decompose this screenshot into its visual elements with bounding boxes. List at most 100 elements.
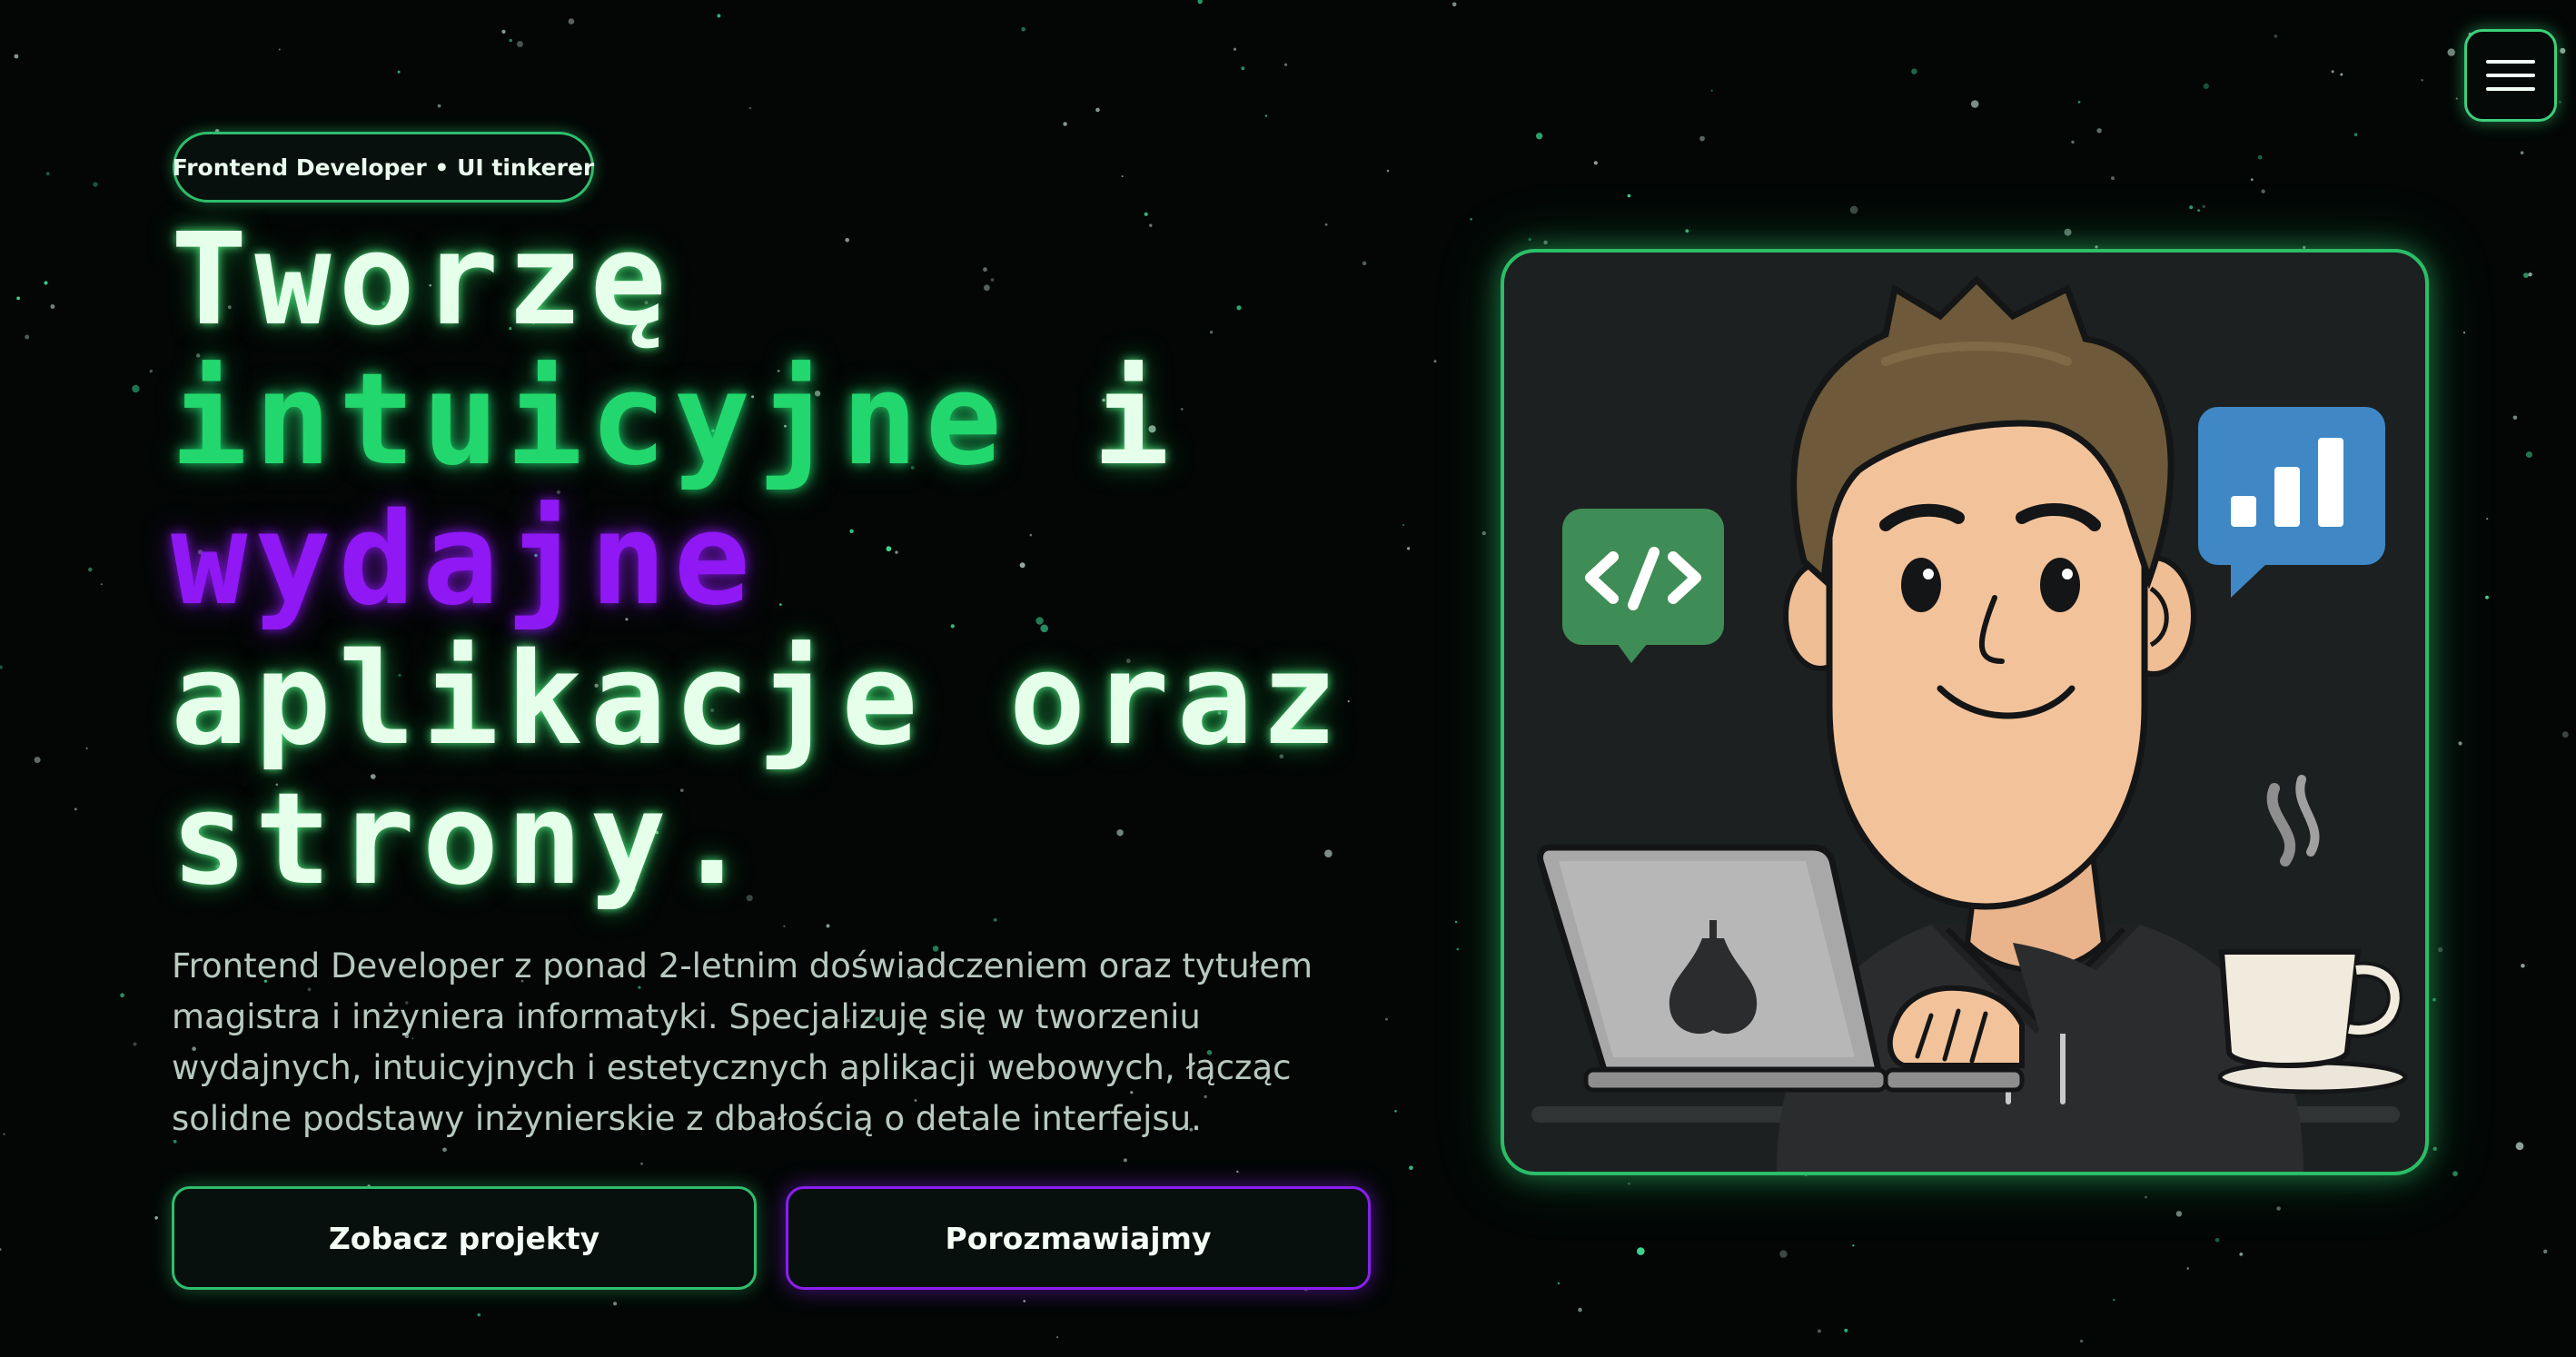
- star: [16, 296, 20, 301]
- star: [50, 304, 55, 309]
- star: [717, 14, 721, 18]
- star: [783, 925, 786, 927]
- star: [2515, 1142, 2524, 1151]
- contact-button[interactable]: Porozmawiajmy: [786, 1186, 1371, 1290]
- star: [2197, 209, 2201, 213]
- star: [1593, 161, 1598, 165]
- star: [397, 70, 401, 74]
- star: [2175, 1211, 2183, 1217]
- star: [2437, 946, 2443, 953]
- star: [2064, 228, 2072, 236]
- star: [25, 334, 30, 340]
- star: [93, 182, 98, 187]
- star: [2559, 101, 2561, 104]
- star: [1384, 1017, 1388, 1021]
- star: [88, 567, 93, 572]
- star: [149, 369, 153, 373]
- star: [132, 384, 140, 393]
- star: [1394, 1110, 1397, 1113]
- star: [2528, 272, 2532, 277]
- star: [74, 807, 77, 811]
- star: [1197, 0, 1203, 5]
- star: [2447, 48, 2455, 56]
- star: [640, 1162, 643, 1165]
- star: [1433, 360, 1437, 363]
- star: [1284, 63, 1288, 66]
- star: [1023, 1300, 1025, 1303]
- star: [2096, 128, 2102, 134]
- star: [2113, 1299, 2115, 1302]
- star: [85, 748, 88, 749]
- menu-button[interactable]: [2464, 29, 2557, 122]
- star: [1409, 1165, 1413, 1171]
- star: [1578, 1307, 1582, 1312]
- star: [1063, 122, 1067, 126]
- star: [2203, 83, 2209, 89]
- star: [2340, 73, 2343, 76]
- star: [2261, 189, 2265, 193]
- star: [2353, 133, 2358, 136]
- star: [100, 583, 103, 586]
- star: [1236, 1170, 1239, 1174]
- star: [1536, 133, 1543, 140]
- star: [2274, 35, 2278, 38]
- star: [2239, 1253, 2244, 1256]
- star: [1402, 523, 1405, 527]
- star: [45, 172, 50, 175]
- star: [1528, 238, 1531, 242]
- developer-avatar-illustration: [1531, 275, 2408, 1172]
- code-bubble-icon: [1562, 509, 1724, 663]
- star: [509, 38, 512, 43]
- star: [1362, 261, 1367, 266]
- hero-description: Frontend Developer z ponad 2-letnim dośw…: [172, 946, 1313, 1138]
- star: [1852, 1244, 1855, 1247]
- star: [0, 1248, 2, 1251]
- star: [2145, 1195, 2147, 1199]
- hero-headline: Tworzę intuicyjne i wydajne aplikacje or…: [171, 211, 1344, 910]
- star: [133, 1042, 137, 1046]
- star: [1454, 920, 1458, 924]
- star: [44, 281, 48, 285]
- star: [2331, 70, 2334, 74]
- star: [1095, 107, 1100, 113]
- star: [2077, 101, 2081, 104]
- hamburger-menu-icon-line: [2486, 87, 2535, 91]
- star: [1699, 135, 1705, 142]
- star: [1557, 1282, 1560, 1285]
- star: [2432, 997, 2436, 1002]
- headline-line-5: strony.: [171, 766, 758, 914]
- star: [2485, 595, 2489, 599]
- star: [2189, 205, 2194, 210]
- star: [613, 1302, 618, 1306]
- star: [1456, 947, 1460, 951]
- headline-accent-wydajne: wydajne: [171, 486, 758, 634]
- star: [2421, 79, 2423, 82]
- star: [1844, 1328, 1848, 1332]
- star: [2521, 964, 2525, 968]
- star: [2486, 518, 2489, 520]
- star: [2525, 451, 2532, 458]
- star: [2214, 1237, 2220, 1243]
- star: [2079, 1339, 2084, 1343]
- star: [1628, 1182, 1630, 1185]
- star: [0, 665, 3, 669]
- hamburger-menu-icon-line: [2486, 74, 2535, 77]
- star: [748, 106, 752, 110]
- star: [2452, 1171, 2458, 1177]
- star: [278, 48, 281, 51]
- star: [1710, 89, 1713, 92]
- star: [1241, 66, 1245, 71]
- star: [993, 917, 997, 922]
- star: [1264, 114, 1268, 117]
- star: [2455, 97, 2458, 100]
- star: [2250, 178, 2254, 182]
- star: [477, 1312, 481, 1317]
- star: [1233, 47, 1237, 51]
- star: [1817, 1329, 1821, 1333]
- star: [2512, 415, 2518, 421]
- star: [1481, 531, 1486, 536]
- star: [1911, 68, 1917, 74]
- coffee-cup-icon: [2217, 775, 2408, 1095]
- star: [1121, 175, 1124, 178]
- view-projects-button[interactable]: Zobacz projekty: [172, 1186, 757, 1290]
